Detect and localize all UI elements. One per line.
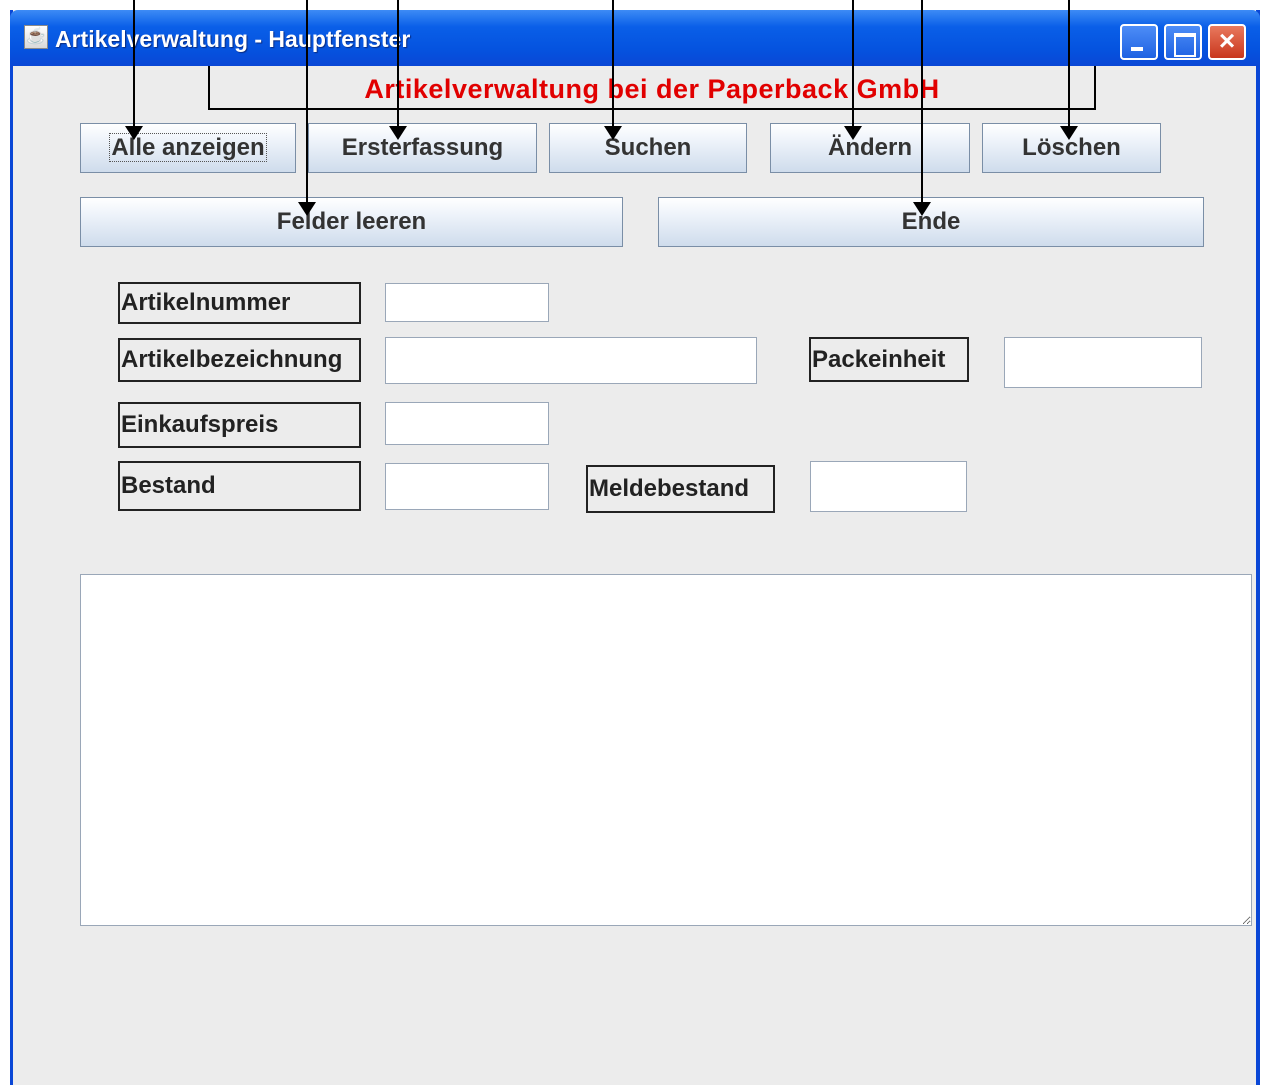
artikelnummer-input[interactable] <box>385 283 549 322</box>
ende-button[interactable]: Ende <box>658 197 1204 247</box>
title-bar[interactable]: ☕ Artikelverwaltung - Hauptfenster × <box>10 10 1260 66</box>
callout-arrow-ende <box>913 0 931 216</box>
packeinheit-label: Packeinheit <box>809 337 969 382</box>
artikelbezeichnung-label: Artikelbezeichnung <box>118 338 361 382</box>
einkaufspreis-label: Einkaufspreis <box>118 402 361 448</box>
callout-arrow-loeschen <box>1060 0 1078 140</box>
banner-box: Artikelverwaltung bei der Paperback GmbH <box>208 66 1096 110</box>
packeinheit-input[interactable] <box>1004 337 1202 388</box>
ersterfassung-button[interactable]: Ersterfassung <box>308 123 537 173</box>
artikelbezeichnung-input[interactable] <box>385 337 757 384</box>
aendern-button[interactable]: Ändern <box>770 123 970 173</box>
callout-arrow-alle-anzeigen <box>125 0 143 140</box>
output-textarea[interactable] <box>80 574 1252 926</box>
minimize-icon[interactable] <box>1120 24 1158 60</box>
ende-label: Ende <box>901 208 961 235</box>
callout-arrow-felder-leeren <box>298 0 316 216</box>
java-coffee-icon[interactable]: ☕ <box>24 25 48 49</box>
einkaufspreis-input[interactable] <box>385 402 549 445</box>
callout-arrow-ersterfassung <box>389 0 407 140</box>
bestand-label: Bestand <box>118 461 361 511</box>
maximize-icon[interactable] <box>1164 24 1202 60</box>
ersterfassung-label: Ersterfassung <box>341 134 504 161</box>
banner-title: Artikelverwaltung bei der Paperback GmbH <box>364 74 940 104</box>
aendern-label: Ändern <box>828 134 912 161</box>
alle-anzeigen-button[interactable]: Alle anzeigen <box>80 123 296 173</box>
suchen-button[interactable]: Suchen <box>549 123 747 173</box>
meldebestand-input[interactable] <box>810 461 967 512</box>
window-title: Artikelverwaltung - Hauptfenster <box>55 26 411 52</box>
bestand-input[interactable] <box>385 463 549 510</box>
meldebestand-label: Meldebestand <box>586 465 775 513</box>
felder-leeren-button[interactable]: Felder leeren <box>80 197 623 247</box>
callout-arrow-aendern <box>844 0 862 140</box>
close-icon[interactable]: × <box>1208 24 1246 60</box>
artikelnummer-label: Artikelnummer <box>118 282 361 324</box>
callout-arrow-suchen <box>604 0 622 140</box>
